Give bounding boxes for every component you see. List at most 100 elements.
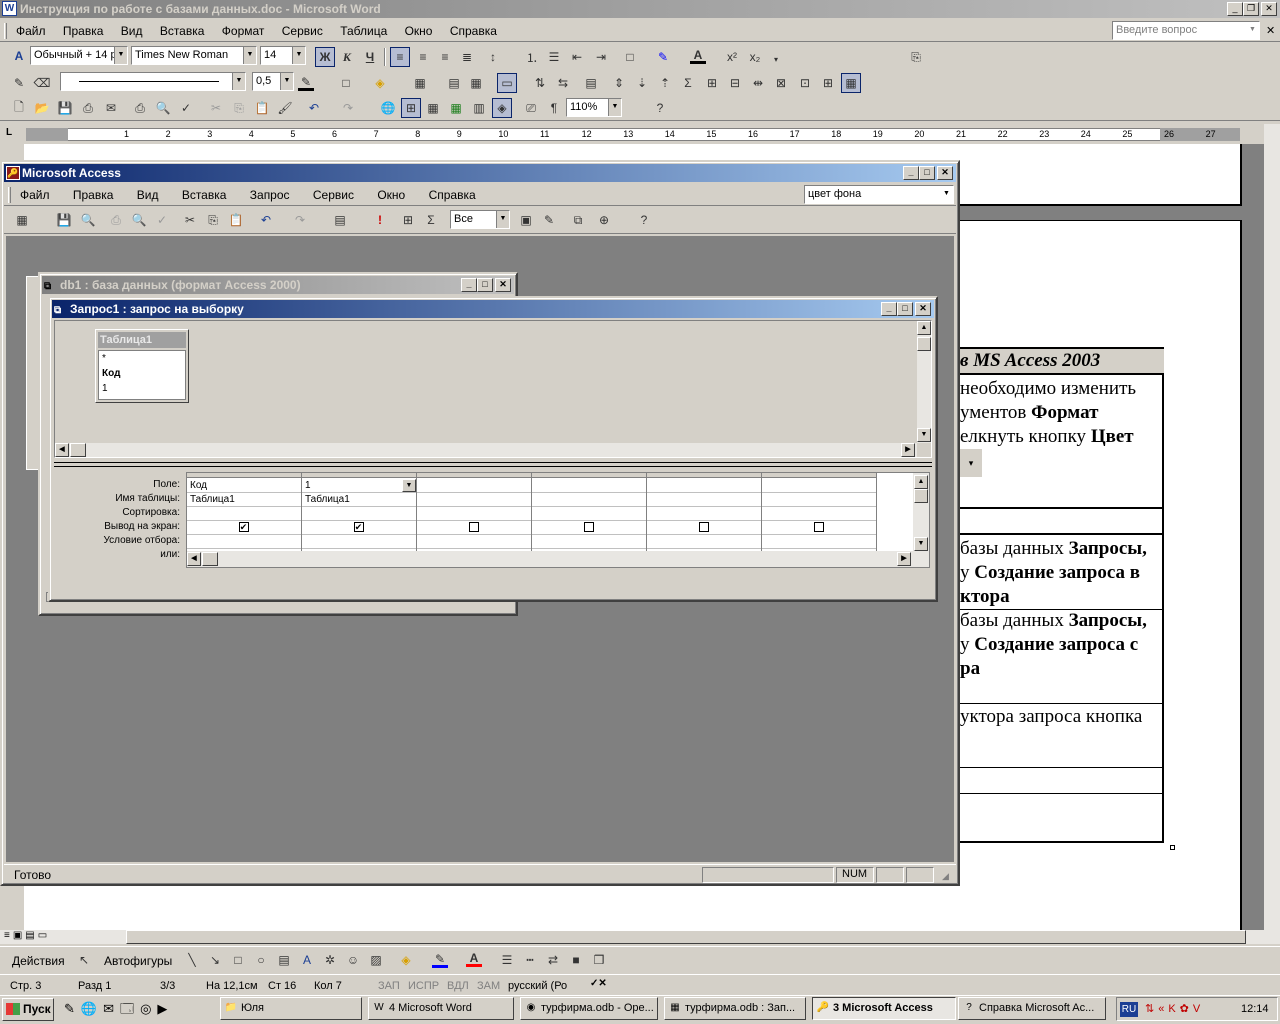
qbe-column-selector[interactable]	[187, 473, 301, 478]
show-checkbox[interactable]	[698, 522, 709, 532]
insert-excel-icon[interactable]: ▦	[448, 100, 464, 116]
textbox-tool-icon[interactable]: ▤	[276, 952, 292, 968]
fill-color-icon[interactable]: ◈	[398, 952, 414, 968]
distribute-rows-icon[interactable]: ⇅	[532, 75, 548, 91]
word-menu-format[interactable]: Формат	[222, 24, 265, 38]
qbe-table-cell[interactable]: Таблица1	[302, 493, 416, 507]
qbe-show-cell[interactable]	[417, 521, 531, 535]
help-icon[interactable]: ?	[652, 100, 668, 116]
word-menu-help[interactable]: Справка	[450, 24, 497, 38]
word-menu-window[interactable]: Окно	[405, 24, 433, 38]
query-close-button[interactable]: ✕	[915, 302, 931, 316]
qbe-column-selector[interactable]	[762, 473, 876, 478]
line-style-icon[interactable]: ☰	[499, 952, 515, 968]
qbe-field-cell[interactable]	[532, 479, 646, 493]
autoformat-icon[interactable]: ▤	[583, 75, 599, 91]
taskbar-button[interactable]: ? Справка Microsoft Ac...	[958, 997, 1106, 1020]
access-cut-icon[interactable]: ✂	[182, 212, 198, 228]
qbe-sort-cell[interactable]	[762, 507, 876, 521]
qbe-table-cell[interactable]	[417, 493, 531, 507]
access-help-icon[interactable]: ?	[636, 212, 652, 228]
qbe-sort-cell[interactable]	[647, 507, 761, 521]
qbe-criteria-cell[interactable]	[762, 535, 876, 549]
qbe-column-selector[interactable]	[417, 473, 531, 478]
field-list-table1[interactable]: Таблица1 * Код 1	[95, 329, 189, 403]
bullets-icon[interactable]: ☰	[546, 49, 562, 65]
taskbar-button[interactable]: 🔑 3 Microsoft Access	[812, 997, 956, 1020]
increase-indent-icon[interactable]: ⇥	[593, 49, 609, 65]
eraser-icon[interactable]: ⌫	[34, 75, 51, 91]
db-minimize-button[interactable]: _	[461, 278, 477, 292]
permission-icon[interactable]: ⎙	[80, 100, 96, 116]
underline-button[interactable]: Ч	[362, 49, 378, 65]
diagram-icon[interactable]: ✲	[322, 952, 338, 968]
qbe-sort-cell[interactable]	[532, 507, 646, 521]
word-menu-tools[interactable]: Сервис	[282, 24, 323, 38]
copy-icon[interactable]: ⎘	[231, 100, 247, 116]
qbe-column-selector[interactable]	[302, 473, 416, 478]
spelling-status-icon[interactable]: ✓✕	[590, 978, 612, 994]
field-dropdown-button[interactable]: ▼	[402, 479, 416, 492]
access-menu-view[interactable]: Вид	[137, 188, 159, 202]
table-tools-icon-1[interactable]: ⊞	[704, 75, 720, 91]
qbe-vscroll[interactable]: ▲ ▼	[913, 473, 929, 567]
qbe-column[interactable]	[532, 473, 647, 563]
qbe-grid[interactable]: Код Таблица1 ✔ 1 ▼ Таблица1 ✔ ▲ ▼ ◀ ▶	[186, 472, 930, 568]
qbe-criteria-cell[interactable]	[647, 535, 761, 549]
qbe-sort-cell[interactable]	[417, 507, 531, 521]
border-color-icon[interactable]: ✎	[298, 75, 314, 91]
toolbar-options-icon[interactable]: ▾	[768, 51, 784, 67]
font-color-icon[interactable]: A	[690, 48, 706, 64]
insert-table-icon[interactable]: ▦	[412, 75, 428, 91]
dash-style-icon[interactable]: ┅	[522, 952, 538, 968]
database-window-icon[interactable]: ⧉	[570, 212, 586, 228]
decrease-indent-icon[interactable]: ⇤	[569, 49, 585, 65]
align-cell-icon[interactable]: ▭	[497, 73, 517, 93]
access-menu-tools[interactable]: Сервис	[313, 188, 354, 202]
field-item-kod[interactable]: Код	[102, 366, 185, 381]
taskbar-button[interactable]: ▦ турфирма.odb : Зап...	[664, 997, 806, 1020]
access-spelling-icon[interactable]: ✓	[154, 212, 170, 228]
db-close-button[interactable]: ✕	[495, 278, 511, 292]
access-app-icon[interactable]: 🔑	[6, 166, 20, 180]
3d-icon[interactable]: ❒	[591, 952, 607, 968]
print-icon[interactable]: ⎙	[132, 100, 148, 116]
show-checkbox[interactable]	[468, 522, 479, 532]
upper-vscroll[interactable]: ▲ ▼	[917, 321, 931, 443]
zoom-select[interactable]: 110% ▼	[566, 98, 622, 117]
sort-desc-icon[interactable]: ⇡	[657, 75, 673, 91]
align-left-icon[interactable]: ≡	[390, 47, 410, 67]
query-tables-pane[interactable]: Таблица1 * Код 1 ▲ ▼ ◀ ▶	[54, 320, 932, 458]
research-icon[interactable]: ⎘	[908, 49, 924, 65]
access-save-icon[interactable]: 💾	[56, 212, 72, 228]
open-icon[interactable]: 📂	[34, 100, 50, 116]
undo-icon[interactable]: ↶	[306, 100, 322, 116]
word-menu-edit[interactable]: Правка	[63, 24, 104, 38]
access-close-button[interactable]: ✕	[937, 166, 953, 180]
autoshapes-menu[interactable]: Автофигуры	[104, 954, 172, 968]
access-minimize-button[interactable]: _	[903, 166, 919, 180]
word-app-icon[interactable]: W	[2, 1, 17, 16]
show-checkbox[interactable]: ✔	[238, 522, 249, 532]
save-icon[interactable]: 💾	[57, 100, 73, 116]
word-menu-file[interactable]: Файл	[16, 24, 46, 38]
qbe-column-selector[interactable]	[532, 473, 646, 478]
field-list-title[interactable]: Таблица1	[98, 332, 186, 348]
draw-font-color-icon[interactable]: A	[466, 951, 482, 967]
word-vscroll[interactable]	[1264, 124, 1280, 944]
qbe-show-cell[interactable]: ✔	[302, 521, 416, 535]
status-ext[interactable]: ВДЛ	[447, 980, 469, 992]
cut-icon[interactable]: ✂	[208, 100, 224, 116]
field-item-star[interactable]: *	[102, 351, 185, 366]
hyperlink-icon[interactable]: 🌐	[380, 100, 396, 116]
text-direction-icon[interactable]: ⇕	[611, 75, 627, 91]
doc-map-icon[interactable]: ⎚	[523, 100, 539, 116]
superscript-icon[interactable]: x²	[724, 49, 740, 65]
columns-icon[interactable]: ▥	[471, 100, 487, 116]
qbe-criteria-cell[interactable]	[417, 535, 531, 549]
access-menu-edit[interactable]: Правка	[73, 188, 114, 202]
qbe-column-selector[interactable]	[647, 473, 761, 478]
line-tool-icon[interactable]: ╲	[184, 952, 200, 968]
taskbar-button[interactable]: W 4 Microsoft Word	[368, 997, 514, 1020]
word-menu-insert[interactable]: Вставка	[160, 24, 205, 38]
